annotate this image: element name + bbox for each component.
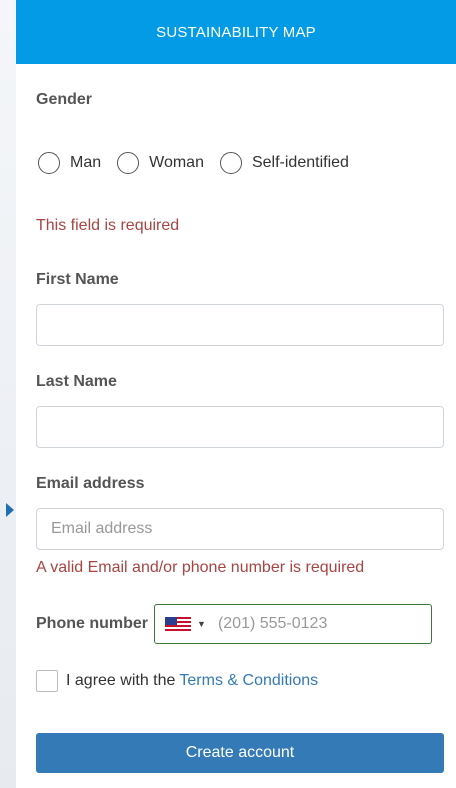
radio-self-identified[interactable]: Self-identified [219,152,349,174]
email-field[interactable] [36,508,444,550]
form-header: SUSTAINABILITY MAP [16,0,456,64]
radio-circle-icon[interactable] [219,152,242,174]
terms-agreement: I agree with the Terms & Conditions [36,670,318,692]
phone-input[interactable] [217,615,418,633]
last-name-field[interactable] [36,406,444,448]
gender-radio-group: Man Woman Self-identified [38,152,365,174]
radio-man-label: Man [70,154,102,171]
radio-man[interactable]: Man [38,152,101,174]
radio-circle-icon[interactable] [38,152,60,174]
first-name-field[interactable] [36,304,444,346]
terms-text: I agree with the [66,672,176,689]
last-name-label: Last Name [36,373,117,390]
gender-error: This field is required [36,217,180,234]
radio-woman-label: Woman [149,154,204,171]
terms-link[interactable]: Terms & Conditions [179,672,318,690]
terms-checkbox[interactable] [36,670,58,692]
email-label: Email address [36,475,145,492]
us-flag-icon[interactable] [165,617,192,631]
chevron-down-icon[interactable]: ▼ [197,619,206,629]
radio-woman[interactable]: Woman [117,152,204,174]
form-title: SUSTAINABILITY MAP [156,23,316,41]
create-account-button[interactable]: Create account [36,733,444,773]
radio-circle-icon[interactable] [117,152,140,174]
signup-form: SUSTAINABILITY MAP Gender Man Woman Self… [16,0,456,788]
phone-row: Phone number ▼ [36,604,433,644]
phone-label: Phone number [36,615,149,632]
gender-label: Gender [36,91,93,108]
first-name-label: First Name [36,271,119,288]
arrow-icon [6,503,14,517]
page-background [0,0,16,788]
phone-field[interactable]: ▼ [154,604,433,644]
radio-self-identified-label: Self-identified [251,154,349,171]
email-error: A valid Email and/or phone number is req… [36,559,365,576]
